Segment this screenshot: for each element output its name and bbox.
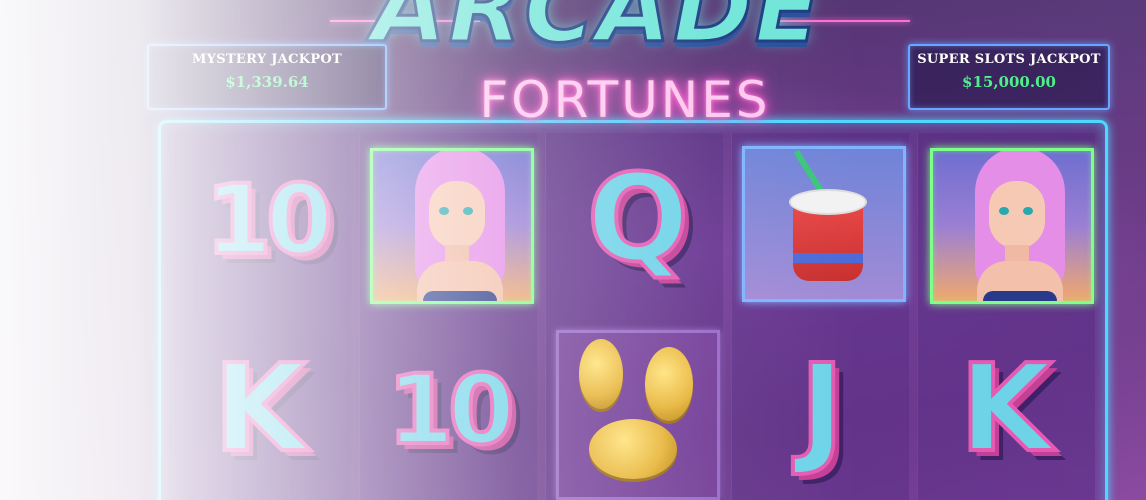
mystery-jackpot-panel: MYSTERY JACKPOT $1,339.64 [147,44,387,110]
game-title-arcade: ARCADE [371,0,823,64]
girl-top [423,291,497,301]
symbol-girl-wild-2 [930,148,1094,304]
coins-icon [579,339,623,409]
girl-eye-right [1023,207,1033,215]
cup-lid [789,189,867,215]
symbol-queen: Q [558,140,718,300]
super-slots-jackpot-panel: SUPER SLOTS JACKPOT $15,000.00 [908,44,1110,110]
girl-top [983,291,1057,301]
coin-2 [645,347,693,421]
mystery-jackpot-label: MYSTERY JACKPOT [191,52,342,67]
symbol-coins [556,330,720,500]
symbol-ten-2-label: 10 [385,354,517,466]
symbol-ten: 10 [186,140,346,300]
super-slots-jackpot-value: $15,000.00 [962,73,1056,91]
symbol-king-label: K [212,340,309,479]
symbol-drink [742,146,906,302]
girl-face [989,181,1045,249]
girl-eye-left [999,207,1009,215]
girl-eye-right [463,207,473,215]
symbol-king-2: K [926,330,1086,490]
symbol-king-2-label: K [958,340,1055,479]
symbol-ten-label: 10 [203,164,335,276]
coin-3 [589,419,677,479]
girl-eye-left [439,207,449,215]
super-slots-jackpot-label: SUPER SLOTS JACKPOT [917,52,1101,67]
symbol-jack: J [742,330,902,490]
mystery-jackpot-value: $1,339.64 [225,73,309,91]
symbol-girl-wild [370,148,534,304]
symbol-jack-label: J [798,340,847,479]
girl-face [429,181,485,249]
cup-band [793,253,863,263]
symbol-queen-label: Q [585,150,691,289]
game-title-fortunes: FORTUNES [479,71,771,129]
symbol-ten-2: 10 [368,330,528,490]
symbol-king: K [180,330,340,490]
